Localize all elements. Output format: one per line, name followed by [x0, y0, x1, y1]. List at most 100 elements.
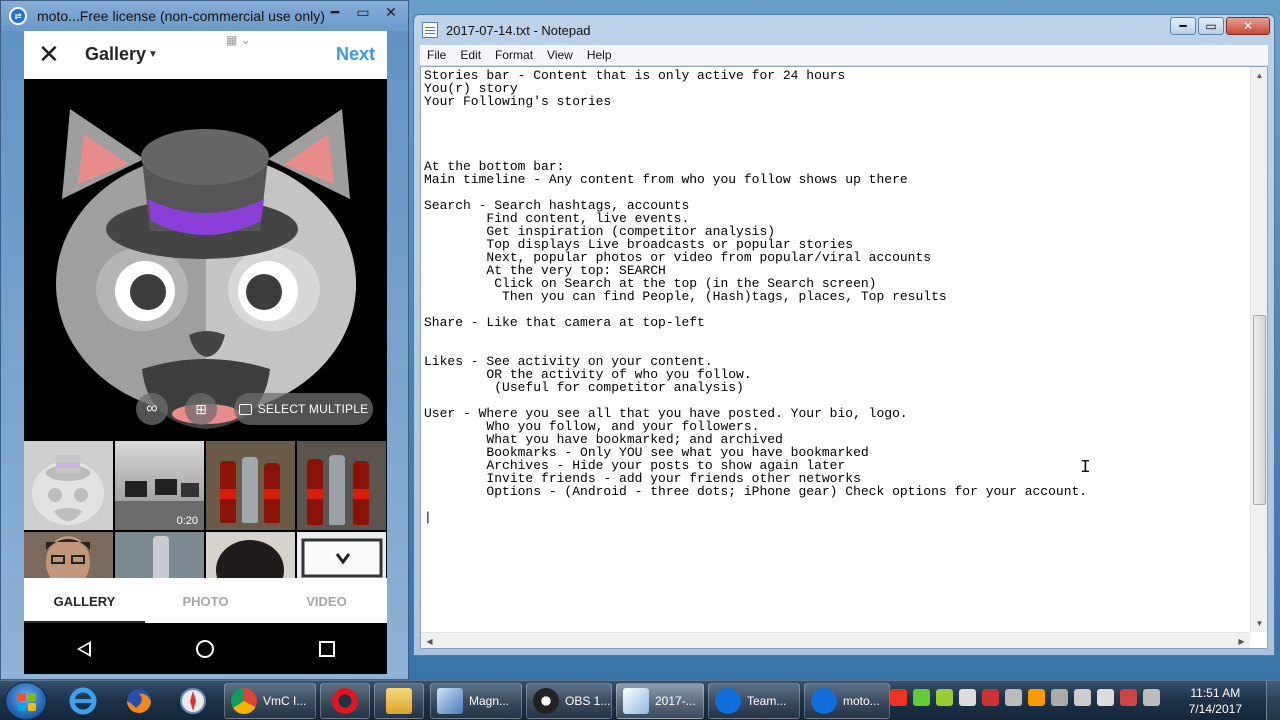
- cat-thumbnail-image: [32, 455, 104, 525]
- tray-volume-icon[interactable]: [1005, 689, 1022, 706]
- taskbar-opera-button[interactable]: [320, 683, 370, 719]
- taskbar: VmC I... Magn... OBS 1... 2017-... Team.…: [0, 680, 1280, 720]
- maximize-button[interactable]: ▭: [1198, 17, 1224, 35]
- vertical-scroll-thumb[interactable]: [1253, 315, 1266, 505]
- hair-thumbnail-image: [216, 540, 284, 581]
- show-desktop-button[interactable]: [1266, 681, 1280, 720]
- close-icon[interactable]: ✕: [38, 41, 60, 67]
- gallery-dropdown[interactable]: Gallery: [85, 44, 146, 65]
- taskbar-obs-button[interactable]: OBS 1...: [526, 683, 612, 719]
- video-duration: 0:20: [176, 515, 198, 527]
- tray-device-icon[interactable]: [1051, 689, 1068, 706]
- tab-photo[interactable]: PHOTO: [145, 594, 266, 609]
- caret-down-icon[interactable]: ▼: [148, 49, 158, 60]
- thumbnail-person[interactable]: [24, 532, 113, 581]
- grip-icon[interactable]: ▦ ⌄: [226, 33, 276, 51]
- minimize-button[interactable]: ━: [1170, 17, 1196, 35]
- taskbar-magnifier-button[interactable]: Magn...: [430, 683, 522, 719]
- tab-gallery[interactable]: GALLERY: [24, 594, 145, 609]
- menu-file[interactable]: File: [420, 48, 453, 62]
- home-icon[interactable]: [195, 639, 214, 658]
- maximize-button[interactable]: ▭: [350, 3, 376, 21]
- tray-mute-icon[interactable]: [1120, 689, 1137, 706]
- close-button[interactable]: ✕: [1226, 17, 1270, 35]
- thumbnail-bottles-2[interactable]: [297, 441, 386, 530]
- phone-screen: ✕ Gallery ▼ ▦ ⌄ Next ∞ ⊞ SELECT MULTIPLE…: [24, 31, 387, 674]
- opera-icon: [332, 688, 358, 714]
- teamviewer-icon: [811, 688, 837, 714]
- tray-app-icon[interactable]: [890, 689, 907, 706]
- minimize-button[interactable]: ━: [322, 3, 348, 21]
- thumbnail-bottles[interactable]: [206, 441, 295, 530]
- next-button[interactable]: Next: [336, 44, 375, 65]
- obs-icon: [533, 688, 559, 714]
- menu-format[interactable]: Format: [488, 48, 540, 62]
- boomerang-button[interactable]: ∞: [136, 393, 168, 425]
- tab-video[interactable]: VIDEO: [266, 594, 387, 609]
- notepad-icon: [422, 22, 438, 38]
- scroll-right-icon[interactable]: ▶: [1233, 633, 1250, 648]
- internet-explorer-icon[interactable]: [62, 684, 104, 718]
- thumbnail-hair[interactable]: [206, 532, 295, 581]
- taskbar-moto-button[interactable]: moto...: [804, 683, 890, 719]
- clock-date: 7/14/2017: [1188, 702, 1242, 716]
- taskbar-explorer-button[interactable]: [374, 683, 424, 719]
- tray-usb-icon[interactable]: [1074, 689, 1091, 706]
- recent-apps-icon[interactable]: [318, 640, 335, 657]
- chrome-icon: [231, 688, 257, 714]
- folder-icon: [386, 688, 412, 714]
- close-button[interactable]: ✕: [378, 3, 404, 21]
- tray-shield-icon[interactable]: [913, 689, 930, 706]
- tray-display-icon[interactable]: [1143, 689, 1160, 706]
- select-multiple-button[interactable]: SELECT MULTIPLE: [234, 393, 373, 425]
- safari-icon[interactable]: [172, 684, 214, 718]
- teamviewer-icon: [715, 688, 741, 714]
- image-preview[interactable]: ∞ ⊞ SELECT MULTIPLE: [24, 79, 387, 441]
- teamviewer-icon: ⇄: [9, 7, 27, 25]
- notepad-titlebar[interactable]: 2017-07-14.txt - Notepad ━ ▭ ✕: [414, 15, 1274, 45]
- menu-view[interactable]: View: [540, 48, 580, 62]
- tray-update-icon[interactable]: [1028, 689, 1045, 706]
- app-header: ✕ Gallery ▼ ▦ ⌄ Next: [24, 31, 387, 79]
- clock-time: 11:51 AM: [1190, 686, 1241, 700]
- tray-record-icon[interactable]: [982, 689, 999, 706]
- layout-button[interactable]: ⊞: [185, 393, 217, 425]
- taskbar-notepad-button[interactable]: 2017-...: [616, 683, 704, 719]
- notepad-title: 2017-07-14.txt - Notepad: [446, 22, 591, 38]
- menu-help[interactable]: Help: [580, 48, 619, 62]
- thumbnail-video[interactable]: 0:20: [115, 441, 204, 530]
- cat-mascot-image: [56, 109, 356, 429]
- start-button[interactable]: [5, 682, 47, 720]
- multi-select-icon: [238, 403, 252, 415]
- system-clock[interactable]: 11:51 AM 7/14/2017: [1189, 685, 1242, 717]
- thumbnail-grid: 0:20: [24, 441, 387, 581]
- select-multiple-label: SELECT MULTIPLE: [257, 402, 369, 416]
- vertical-scrollbar[interactable]: ▲ ▼: [1250, 67, 1267, 632]
- scroll-left-icon[interactable]: ◀: [421, 633, 438, 648]
- windows-logo-icon: [18, 693, 36, 711]
- system-tray: [890, 689, 1160, 706]
- editor-text[interactable]: Stories bar - Content that is only activ…: [424, 69, 1245, 632]
- firefox-icon[interactable]: [118, 684, 160, 718]
- scroll-down-icon[interactable]: ▼: [1251, 615, 1267, 632]
- monitor-thumbnail-image: [301, 538, 383, 578]
- person-thumbnail-image: [46, 536, 90, 581]
- text-editor[interactable]: Stories bar - Content that is only activ…: [420, 66, 1268, 649]
- taskbar-teamviewer-button[interactable]: Team...: [708, 683, 800, 719]
- thumbnail-selected[interactable]: [24, 441, 113, 530]
- thumbnail-bottle-single[interactable]: [115, 532, 204, 581]
- tray-network-icon[interactable]: [936, 689, 953, 706]
- back-icon[interactable]: [76, 640, 91, 657]
- menu-edit[interactable]: Edit: [453, 48, 488, 62]
- taskbar-chrome-button[interactable]: VmC I...: [224, 683, 316, 719]
- scroll-up-icon[interactable]: ▲: [1251, 67, 1267, 84]
- horizontal-scrollbar[interactable]: ◀ ▶: [421, 632, 1250, 648]
- thumbnail-screen[interactable]: [297, 532, 386, 581]
- phone-window-titlebar[interactable]: ⇄ moto...Free license (non-commercial us…: [1, 1, 408, 31]
- notepad-icon: [623, 688, 649, 714]
- tray-cat-icon[interactable]: [1097, 689, 1114, 706]
- menu-bar: File Edit Format View Help: [420, 45, 1268, 66]
- phone-mirror-window: ⇄ moto...Free license (non-commercial us…: [0, 0, 409, 680]
- tray-flag-icon[interactable]: [959, 689, 976, 706]
- media-tabs: GALLERY PHOTO VIDEO: [24, 578, 387, 623]
